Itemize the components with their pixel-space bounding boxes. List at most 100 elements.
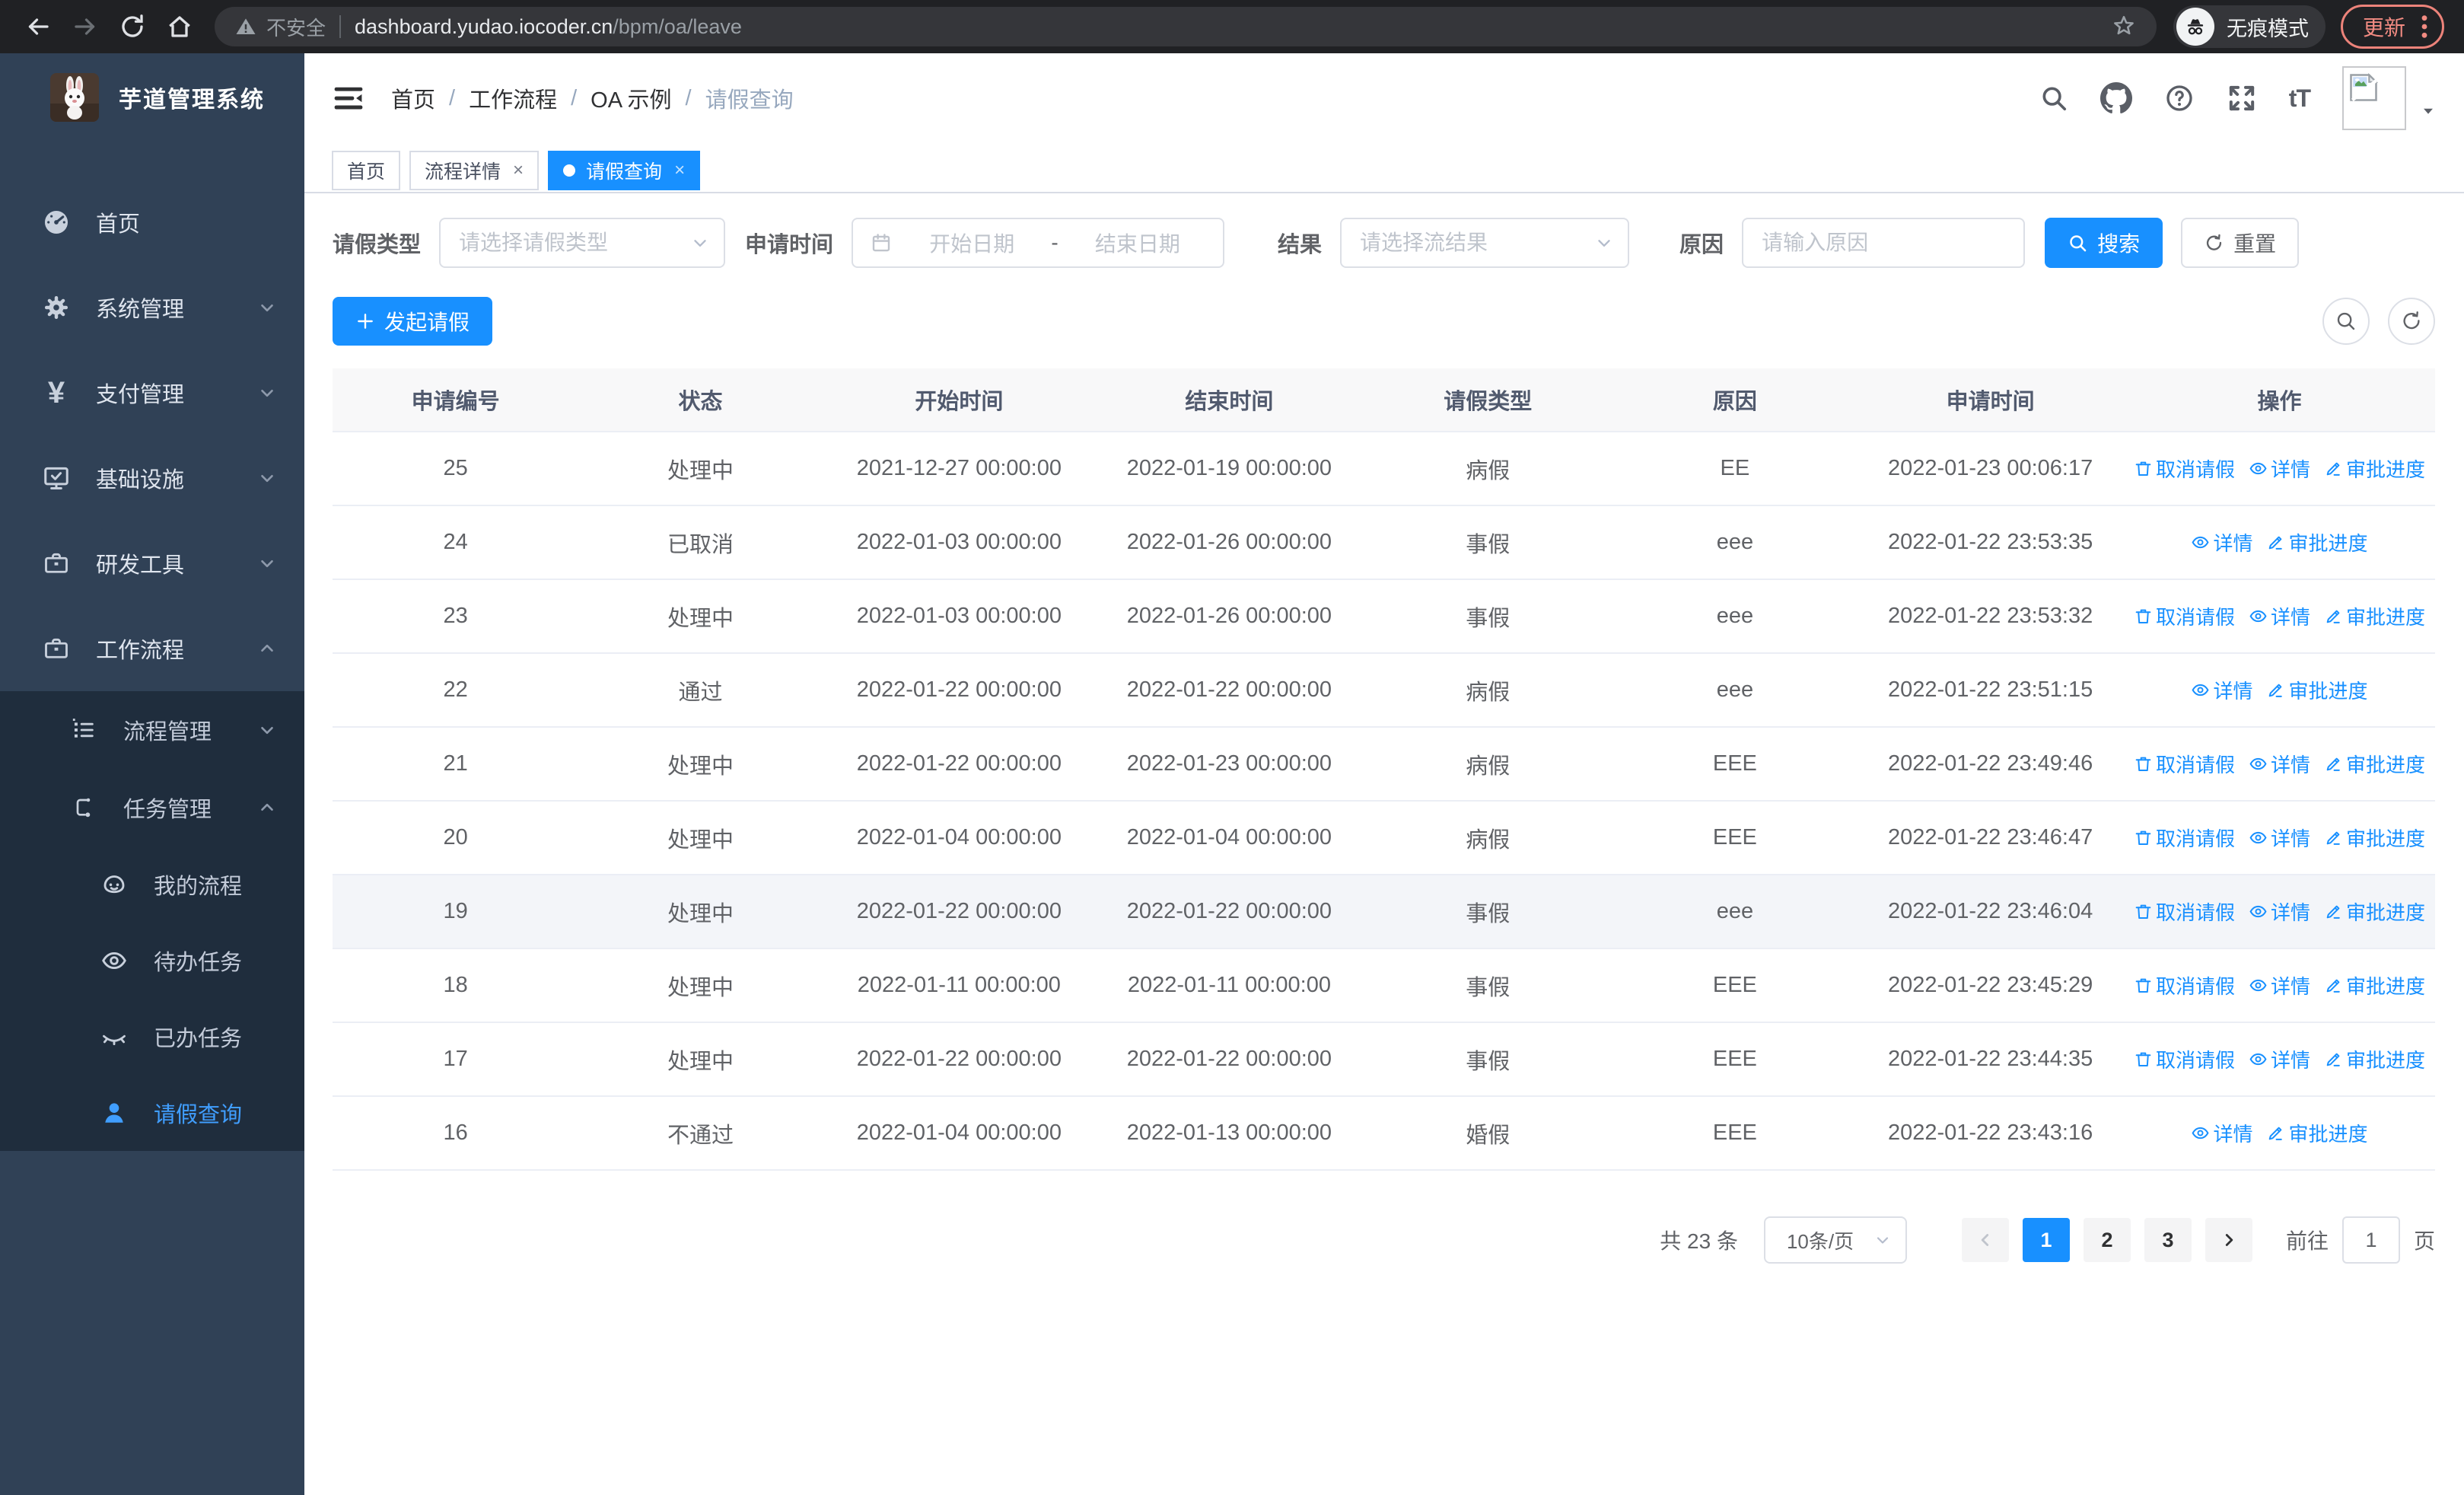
cell-leave_type: 婚假 bbox=[1466, 1123, 1511, 1148]
action-progress-link[interactable]: 审批进度 bbox=[2324, 824, 2425, 852]
action-progress-link[interactable]: 审批进度 bbox=[2324, 602, 2425, 630]
sidebar-item-infra[interactable]: 基础设施 bbox=[0, 435, 304, 521]
sidebar-item-devtools[interactable]: 研发工具 bbox=[0, 521, 304, 606]
tab-process-detail[interactable]: 流程详情 × bbox=[409, 151, 540, 190]
action-detail-link[interactable]: 详情 bbox=[2249, 602, 2310, 630]
chevron-down-icon bbox=[257, 383, 277, 403]
table-search-toggle-button[interactable] bbox=[2322, 298, 2370, 345]
sidebar-item-label: 工作流程 bbox=[96, 639, 185, 663]
leave-type-select[interactable] bbox=[439, 218, 726, 268]
sidebar-item-done-tasks[interactable]: 已办任务 bbox=[0, 999, 304, 1075]
breadcrumb-item[interactable]: OA 示例 bbox=[591, 82, 671, 114]
browser-menu-icon[interactable] bbox=[2421, 14, 2428, 40]
sidebar-item-leave-query[interactable]: 请假查询 bbox=[0, 1075, 304, 1151]
font-size-icon[interactable]: tT bbox=[2289, 84, 2311, 113]
next-page-button[interactable] bbox=[2205, 1218, 2252, 1262]
action-progress-link[interactable]: 审批进度 bbox=[2324, 454, 2425, 483]
page-size-select[interactable] bbox=[1763, 1216, 1907, 1264]
prev-page-button[interactable] bbox=[1961, 1218, 2009, 1262]
browser-home-icon[interactable] bbox=[161, 8, 198, 45]
action-progress-link[interactable]: 审批进度 bbox=[2266, 1119, 2368, 1147]
bookmark-star-icon[interactable] bbox=[2111, 14, 2137, 40]
security-warning[interactable]: 不安全 bbox=[234, 13, 326, 41]
action-cancel-link[interactable]: 取消请假 bbox=[2134, 454, 2235, 483]
action-detail-link[interactable]: 详情 bbox=[2249, 897, 2310, 926]
goto-page-input[interactable] bbox=[2341, 1216, 2400, 1264]
page-button-3[interactable]: 3 bbox=[2144, 1218, 2192, 1262]
result-input[interactable] bbox=[1342, 219, 1628, 266]
action-progress-link[interactable]: 审批进度 bbox=[2324, 750, 2425, 778]
cell-end_time: 2022-01-23 00:00:00 bbox=[1126, 751, 1332, 776]
logo-row[interactable]: 芋道管理系统 bbox=[0, 53, 304, 142]
page-button-2[interactable]: 2 bbox=[2083, 1218, 2131, 1262]
edit-pen-icon bbox=[2326, 757, 2340, 771]
column-header: 请假类型 bbox=[1444, 390, 1533, 414]
action-detail-link[interactable]: 详情 bbox=[2249, 824, 2310, 852]
tab-leave-query[interactable]: 请假查询 × bbox=[548, 151, 701, 190]
action-cancel-link[interactable]: 取消请假 bbox=[2134, 750, 2235, 778]
calendar-icon bbox=[870, 231, 893, 254]
header-search-icon[interactable] bbox=[2039, 84, 2068, 113]
search-button[interactable]: 搜索 bbox=[2045, 218, 2163, 268]
sidebar-item-my-process[interactable]: 我的流程 bbox=[0, 846, 304, 923]
action-detail-link[interactable]: 详情 bbox=[2249, 750, 2310, 778]
sidebar-item-todo-tasks[interactable]: 待办任务 bbox=[0, 923, 304, 999]
table-refresh-button[interactable] bbox=[2388, 298, 2435, 345]
reason-field[interactable] bbox=[1742, 218, 2026, 268]
sidebar-item-task-mgmt[interactable]: 任务管理 bbox=[0, 769, 304, 846]
page-size-input[interactable] bbox=[1765, 1218, 1905, 1262]
action-detail-link[interactable]: 详情 bbox=[2249, 971, 2310, 999]
action-detail-link[interactable]: 详情 bbox=[2249, 1045, 2310, 1073]
tab-close-icon[interactable]: × bbox=[513, 160, 524, 181]
create-leave-button[interactable]: 发起请假 bbox=[333, 297, 493, 346]
help-icon[interactable] bbox=[2164, 83, 2195, 113]
action-progress-link[interactable]: 审批进度 bbox=[2324, 1045, 2425, 1073]
user-avatar[interactable] bbox=[2342, 66, 2437, 130]
action-progress-link[interactable]: 审批进度 bbox=[2266, 528, 2368, 556]
cell-apply_time: 2022-01-22 23:46:47 bbox=[1887, 825, 2093, 850]
sidebar-item-process-mgmt[interactable]: 流程管理 bbox=[0, 691, 304, 769]
action-progress-link[interactable]: 审批进度 bbox=[2324, 897, 2425, 926]
action-detail-link[interactable]: 详情 bbox=[2191, 676, 2252, 704]
tab-home[interactable]: 首页 bbox=[332, 151, 401, 190]
sidebar-item-system[interactable]: 系统管理 bbox=[0, 265, 304, 350]
reason-input[interactable] bbox=[1743, 219, 2024, 266]
refresh-icon bbox=[2403, 311, 2420, 330]
fullscreen-icon[interactable] bbox=[2227, 83, 2257, 113]
cell-actions: 取消请假 详情 审批进度 bbox=[2124, 971, 2435, 999]
action-progress-link[interactable]: 审批进度 bbox=[2324, 971, 2425, 999]
tab-close-icon[interactable]: × bbox=[674, 160, 685, 181]
cell-id: 20 bbox=[443, 825, 468, 850]
action-cancel-link[interactable]: 取消请假 bbox=[2134, 897, 2235, 926]
browser-forward-icon[interactable] bbox=[67, 8, 103, 45]
sidebar-item-payment[interactable]: ¥ 支付管理 bbox=[0, 350, 304, 435]
browser-reload-icon[interactable] bbox=[114, 8, 151, 45]
page-content: 请假类型 申请时间 开始日期 - 结束日期 结果 原因 bbox=[304, 193, 2464, 1495]
action-progress-link[interactable]: 审批进度 bbox=[2266, 676, 2368, 704]
sidebar-item-home[interactable]: 首页 bbox=[0, 180, 304, 265]
leave-type-input[interactable] bbox=[441, 219, 724, 266]
cell-end_time: 2022-01-26 00:00:00 bbox=[1126, 604, 1332, 628]
breadcrumb-item[interactable]: 工作流程 bbox=[469, 82, 557, 114]
action-cancel-link[interactable]: 取消请假 bbox=[2134, 602, 2235, 630]
column-header: 原因 bbox=[1712, 390, 1757, 414]
date-range-picker[interactable]: 开始日期 - 结束日期 bbox=[852, 218, 1225, 268]
page-button-1[interactable]: 1 bbox=[2022, 1218, 2070, 1262]
address-bar[interactable]: 不安全 dashboard.yudao.iocoder.cn/bpm/oa/le… bbox=[215, 7, 2157, 46]
result-select[interactable] bbox=[1340, 218, 1630, 268]
eye-icon bbox=[2249, 905, 2267, 918]
action-cancel-link[interactable]: 取消请假 bbox=[2134, 1045, 2235, 1073]
sidebar-item-workflow[interactable]: 工作流程 bbox=[0, 606, 304, 691]
action-cancel-link[interactable]: 取消请假 bbox=[2134, 971, 2235, 999]
github-icon[interactable] bbox=[2099, 82, 2132, 114]
action-detail-link[interactable]: 详情 bbox=[2191, 1119, 2252, 1147]
reset-button[interactable]: 重置 bbox=[2181, 218, 2300, 268]
sidebar-fold-icon[interactable] bbox=[332, 81, 365, 115]
action-cancel-link[interactable]: 取消请假 bbox=[2134, 824, 2235, 852]
url-path: /bpm/oa/leave bbox=[613, 14, 742, 38]
breadcrumb-item[interactable]: 首页 bbox=[391, 82, 435, 114]
update-button[interactable]: 更新 bbox=[2340, 5, 2444, 49]
action-detail-link[interactable]: 详情 bbox=[2191, 528, 2252, 556]
action-detail-link[interactable]: 详情 bbox=[2249, 454, 2310, 483]
browser-back-icon[interactable] bbox=[20, 8, 56, 45]
